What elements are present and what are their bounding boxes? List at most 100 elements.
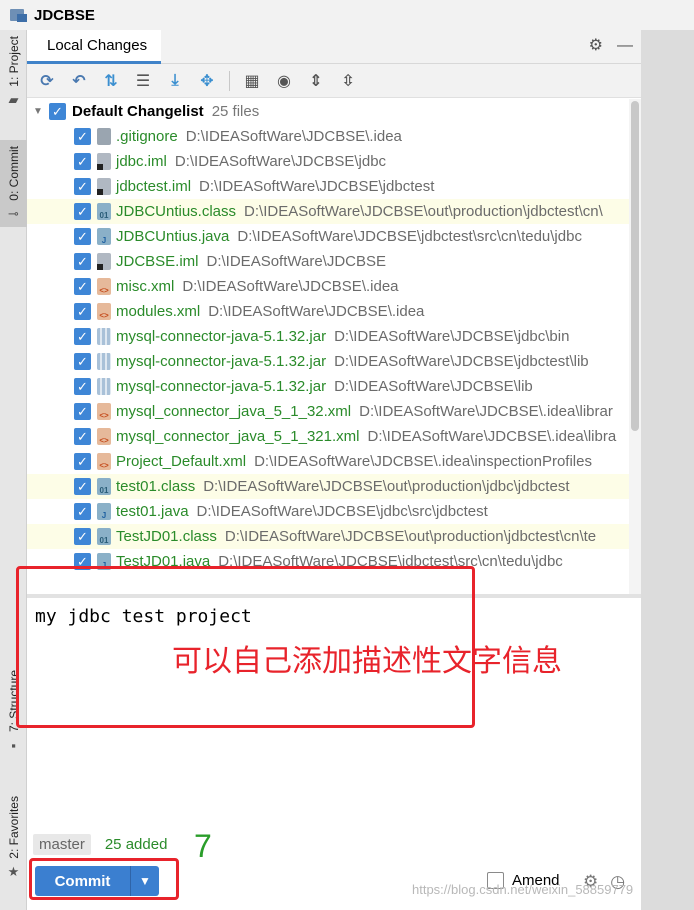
iml-file-icon <box>97 253 111 270</box>
checkbox-checked[interactable]: ✓ <box>74 203 91 220</box>
jar-file-icon <box>97 328 111 345</box>
checkbox-checked[interactable]: ✓ <box>74 403 91 420</box>
star-icon: ★ <box>7 863 20 879</box>
file-name: JDCBSE.iml <box>116 253 199 270</box>
file-row[interactable]: ✓ Jtest01.java D:\IDEASoftWare\JDCBSE\jdbc… <box>27 499 641 524</box>
file-name: test01.java <box>116 503 189 520</box>
gear-icon[interactable]: ⚙ <box>589 38 603 54</box>
file-path: D:\IDEASoftWare\JDCBSE\.idea\inspectionP… <box>254 453 592 470</box>
file-row[interactable]: ✓ <> misc.xml D:\IDEASoftWare\JDCBSE\.idea <box>27 274 641 299</box>
checkbox-checked[interactable]: ✓ <box>74 303 91 320</box>
group-by-icon[interactable]: ▦ <box>242 71 262 91</box>
structure-icon: ▪ <box>11 737 16 753</box>
checkbox-checked[interactable]: ✓ <box>74 128 91 145</box>
file-row[interactable]: ✓ 01 JDBCUntius.class D:\IDEASoftWare\JDCBS… <box>27 199 641 224</box>
vertical-scrollbar[interactable] <box>629 99 641 594</box>
checkbox-checked[interactable]: ✓ <box>74 228 91 245</box>
xml-file-icon: <> <box>97 453 111 470</box>
added-count: 25 added <box>104 836 168 853</box>
tab-commit[interactable]: 0: Commit ⊸ <box>0 140 27 227</box>
file-row[interactable]: ✓ <> mysql_connector_java_5_1_32.xml D:\IDE… <box>27 399 641 424</box>
checkbox-checked[interactable]: ✓ <box>49 103 66 120</box>
class-file-icon: 01 <box>97 528 111 545</box>
checkbox-checked[interactable]: ✓ <box>74 528 91 545</box>
tab-project-label: 1: Project <box>6 36 21 87</box>
file-row[interactable]: ✓ JDCBSE.iml D:\IDEASoftWare\JDCBSE <box>27 249 641 274</box>
tab-local-changes[interactable]: Local Changes <box>27 29 162 64</box>
checkbox-checked[interactable]: ✓ <box>74 428 91 445</box>
expand-all-icon[interactable]: ⇕ <box>306 71 326 91</box>
file-path: D:\IDEASoftWare\JDCBSE\.idea <box>208 303 425 320</box>
checkbox-checked[interactable]: ✓ <box>74 353 91 370</box>
checkbox-checked[interactable]: ✓ <box>74 478 91 495</box>
file-path: D:\IDEASoftWare\JDCBSE\.idea\libra <box>367 428 617 445</box>
changelist-icon[interactable]: ☰ <box>133 71 153 91</box>
file-row[interactable]: ✓ <> Project_Default.xml D:\IDEASoftWare\JD… <box>27 449 641 474</box>
file-row[interactable]: ✓ jdbctest.iml D:\IDEASoftWare\JDCBSE\jdbc… <box>27 174 641 199</box>
checkbox-checked[interactable]: ✓ <box>74 278 91 295</box>
file-row[interactable]: ✓ mysql-connector-java-5.1.32.jar D:\IDEAS… <box>27 374 641 399</box>
chevron-down-icon[interactable]: ▼ <box>31 106 45 117</box>
file-path: D:\IDEASoftWare\JDCBSE\.idea\librar <box>359 403 613 420</box>
branch-badge[interactable]: master <box>33 834 91 855</box>
checkbox-checked[interactable]: ✓ <box>74 253 91 270</box>
panel-tab-bar: Local Changes ⚙ — <box>27 29 641 64</box>
commit-panel: Local Changes ⚙ — ⟳ ↶ ⇅ ☰ ⤓ ✥ ▦ ◉ ⇕ ⇳ ▼ … <box>27 29 641 910</box>
rollback-icon[interactable]: ↶ <box>69 71 89 91</box>
changes-toolbar: ⟳ ↶ ⇅ ☰ ⤓ ✥ ▦ ◉ ⇕ ⇳ <box>27 64 641 98</box>
editor-area <box>641 30 694 910</box>
checkbox-checked[interactable]: ✓ <box>74 328 91 345</box>
file-name: TestJD01.class <box>116 528 217 545</box>
file-path: D:\IDEASoftWare\JDCBSE\jdbc <box>174 153 387 170</box>
checkbox-checked[interactable]: ✓ <box>74 453 91 470</box>
changes-tree: ▼ ✓ Default Changelist 25 files ✓ .gitign… <box>27 99 641 594</box>
file-row[interactable]: ✓ mysql-connector-java-5.1.32.jar D:\IDEAS… <box>27 349 641 374</box>
file-path: D:\IDEASoftWare\JDCBSE <box>206 253 387 270</box>
file-list: ✓ .gitignore D:\IDEASoftWare\JDCBSE\.idea ✓… <box>27 124 641 574</box>
file-row[interactable]: ✓ mysql-connector-java-5.1.32.jar D:\IDEAS… <box>27 324 641 349</box>
checkbox-checked[interactable]: ✓ <box>74 378 91 395</box>
file-name: mysql_connector_java_5_1_321.xml <box>116 428 360 445</box>
file-row[interactable]: ✓ 01 test01.class D:\IDEASoftWare\JDCBSE\ou… <box>27 474 641 499</box>
file-row[interactable]: ✓ .gitignore D:\IDEASoftWare\JDCBSE\.idea <box>27 124 641 149</box>
file-row[interactable]: ✓ J JDBCUntius.java D:\IDEASoftWare\JDCBSE\… <box>27 224 641 249</box>
file-path: D:\IDEASoftWare\JDCBSE\out\production\jd… <box>203 478 570 495</box>
checkbox-checked[interactable]: ✓ <box>74 153 91 170</box>
project-folder-icon <box>10 7 28 23</box>
class-file-icon: 01 <box>97 478 111 495</box>
file-name: mysql-connector-java-5.1.32.jar <box>116 378 327 395</box>
jar-file-icon <box>97 353 111 370</box>
file-name: JDBCUntius.java <box>116 228 230 245</box>
checkbox-checked[interactable]: ✓ <box>74 178 91 195</box>
collapse-all-icon[interactable]: ⇳ <box>338 71 358 91</box>
shelve-icon[interactable]: ⤓ <box>165 71 185 91</box>
tab-favorites[interactable]: 2: Favorites ★ <box>0 796 27 879</box>
toolbar-separator <box>229 70 230 91</box>
changelist-count: 25 files <box>211 103 260 120</box>
refresh-icon[interactable]: ⟳ <box>37 71 57 91</box>
tab-favorites-label: 2: Favorites <box>6 796 21 859</box>
iml-file-icon <box>97 178 111 195</box>
checkbox-checked[interactable]: ✓ <box>74 503 91 520</box>
diff-icon[interactable]: ⇅ <box>101 71 121 91</box>
commit-status: master 25 added <box>33 834 167 855</box>
file-row[interactable]: ✓ <> mysql_connector_java_5_1_321.xml D:\ID… <box>27 424 641 449</box>
tab-project[interactable]: 1: Project ▰ <box>0 36 27 107</box>
file-row[interactable]: ✓ 01 TestJD01.class D:\IDEASoftWare\JDCBSE\… <box>27 524 641 549</box>
java-file-icon: J <box>97 228 111 245</box>
file-name: test01.class <box>116 478 196 495</box>
eye-icon[interactable]: ◉ <box>274 71 294 91</box>
xml-file-icon: <> <box>97 303 111 320</box>
file-row[interactable]: ✓ <> modules.xml D:\IDEASoftWare\JDCBSE\.id… <box>27 299 641 324</box>
minimize-icon[interactable]: — <box>617 38 633 54</box>
scrollbar-thumb[interactable] <box>631 101 639 431</box>
java-file-icon: J <box>97 503 111 520</box>
changelist-name: Default Changelist <box>72 103 204 120</box>
file-row[interactable]: ✓ jdbc.iml D:\IDEASoftWare\JDCBSE\jdbc <box>27 149 641 174</box>
commit-icon: ⊸ <box>8 205 19 221</box>
changelist-group-row[interactable]: ▼ ✓ Default Changelist 25 files <box>27 99 641 124</box>
annotation-step-number: 7 <box>194 828 212 864</box>
move-icon[interactable]: ✥ <box>197 71 217 91</box>
file-path: D:\IDEASoftWare\JDCBSE\jdbctest\src\cn\t… <box>237 228 582 245</box>
xml-file-icon: <> <box>97 428 111 445</box>
